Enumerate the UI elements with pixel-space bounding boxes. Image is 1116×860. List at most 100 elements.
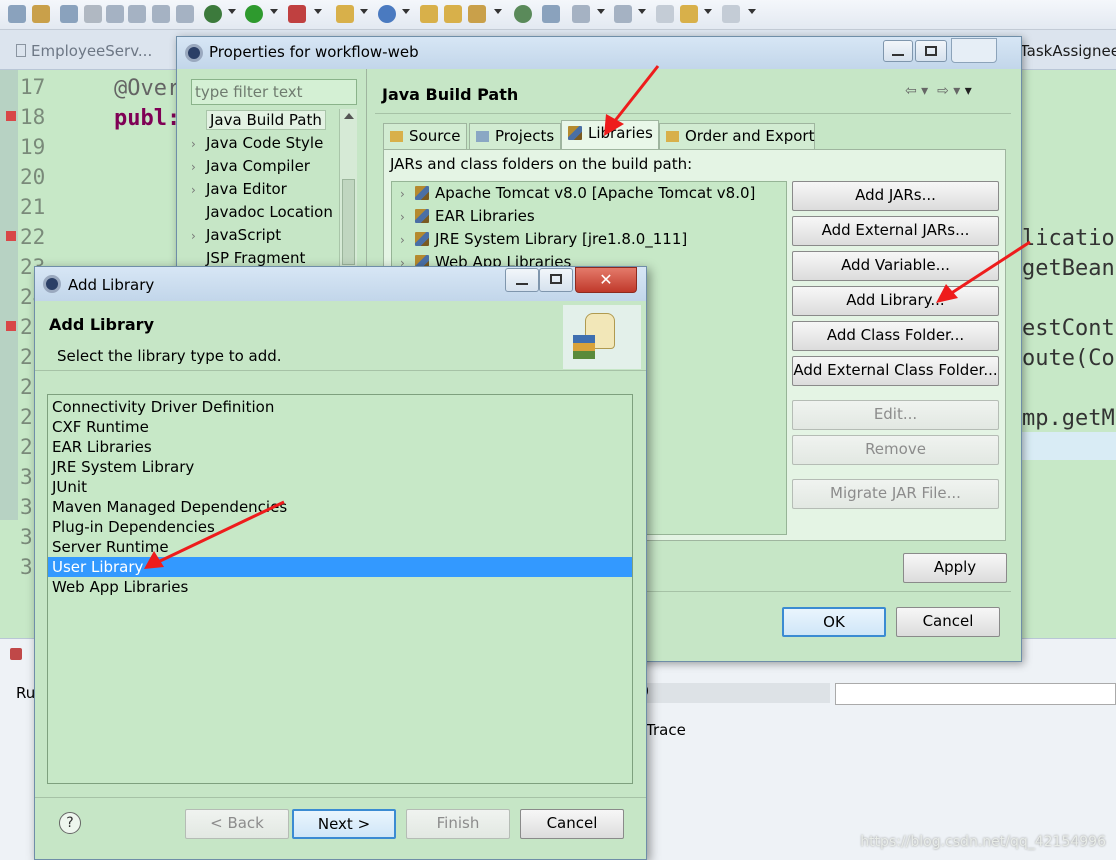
toolbar-icon[interactable]: [106, 5, 124, 23]
search-icon[interactable]: [468, 5, 486, 23]
open-file-icon[interactable]: [444, 5, 462, 23]
ok-button[interactable]: OK: [782, 607, 886, 637]
forward-arrow-icon[interactable]: ⇨ ▾: [937, 83, 960, 99]
close-button[interactable]: [951, 38, 997, 63]
library-item[interactable]: › EAR Libraries: [400, 205, 535, 228]
line-number: 21: [20, 195, 46, 219]
chevron-down-icon[interactable]: [360, 9, 368, 14]
chevron-down-icon[interactable]: [704, 9, 712, 14]
toolbar-icon[interactable]: [32, 5, 50, 23]
error-marker-icon[interactable]: [6, 231, 16, 241]
list-item[interactable]: CXF Runtime: [48, 417, 632, 437]
chevron-down-icon[interactable]: [638, 9, 646, 14]
maximize-button[interactable]: [915, 40, 947, 62]
globe-icon[interactable]: [514, 5, 532, 23]
nav-scrollbar[interactable]: [339, 109, 357, 269]
migrate-jar-button[interactable]: Migrate JAR File...: [792, 479, 999, 509]
tree-item-java-compiler[interactable]: › Java Compiler: [191, 155, 310, 178]
close-button[interactable]: ✕: [575, 267, 637, 293]
list-item[interactable]: EAR Libraries: [48, 437, 632, 457]
book-shape: [573, 343, 595, 351]
tree-item-java-code-style[interactable]: › Java Code Style: [191, 132, 323, 155]
minimize-button[interactable]: [883, 40, 913, 62]
list-item[interactable]: Server Runtime: [48, 537, 632, 557]
forward-arrow-icon[interactable]: [722, 5, 740, 23]
list-item[interactable]: Plug-in Dependencies: [48, 517, 632, 537]
next-annotation-icon[interactable]: [572, 5, 590, 23]
toolbar-icon[interactable]: [542, 5, 560, 23]
toolbar-icon[interactable]: [128, 5, 146, 23]
chevron-down-icon[interactable]: [748, 9, 756, 14]
tab-projects[interactable]: Projects: [469, 123, 561, 150]
back-button[interactable]: < Back: [185, 809, 289, 839]
tree-item-java-editor[interactable]: › Java Editor: [191, 178, 287, 201]
next-button[interactable]: Next >: [292, 809, 396, 839]
tab-order-and-export[interactable]: Order and Export: [659, 123, 815, 150]
new-project-icon[interactable]: [336, 5, 354, 23]
cancel-button[interactable]: Cancel: [520, 809, 624, 839]
edit-button[interactable]: Edit...: [792, 400, 999, 430]
back-arrow-icon[interactable]: [680, 5, 698, 23]
editor-tab-task-assignee[interactable]: TaskAssignee...: [1020, 38, 1116, 64]
list-item[interactable]: Connectivity Driver Definition: [48, 397, 632, 417]
nav-history-icons[interactable]: ⇦ ▾ ⇨ ▾ ▾: [905, 83, 972, 99]
filter-input[interactable]: type filter text: [191, 79, 357, 105]
prev-annotation-icon[interactable]: [614, 5, 632, 23]
scroll-up-icon[interactable]: [344, 113, 354, 119]
chevron-down-icon[interactable]: [270, 9, 278, 14]
list-item[interactable]: Web App Libraries: [48, 577, 632, 597]
library-item[interactable]: › Apache Tomcat v8.0 [Apache Tomcat v8.0]: [400, 182, 755, 205]
tree-item-javadoc-location[interactable]: Javadoc Location: [191, 201, 333, 224]
toolbar-icon[interactable]: [60, 5, 78, 23]
chevron-down-icon[interactable]: [597, 9, 605, 14]
add-library-titlebar[interactable]: Add Library ✕: [35, 267, 646, 301]
error-marker-icon[interactable]: [6, 111, 16, 121]
run-icon[interactable]: [245, 5, 263, 23]
chevron-down-icon[interactable]: [228, 9, 236, 14]
chevron-down-icon[interactable]: [494, 9, 502, 14]
list-item[interactable]: Maven Managed Dependencies: [48, 497, 632, 517]
chevron-down-icon[interactable]: [314, 9, 322, 14]
back-arrow-icon[interactable]: ⇦ ▾: [905, 83, 928, 99]
add-external-class-folder-button[interactable]: Add External Class Folder...: [792, 356, 999, 386]
cancel-button[interactable]: Cancel: [896, 607, 1000, 637]
properties-titlebar[interactable]: Properties for workflow-web: [177, 37, 1021, 69]
tree-item-java-build-path[interactable]: Java Build Path: [191, 109, 326, 132]
toolbar-icon[interactable]: [8, 5, 26, 23]
toolbar-icon[interactable]: [152, 5, 170, 23]
add-jars-button[interactable]: Add JARs...: [792, 181, 999, 211]
library-type-list[interactable]: Connectivity Driver Definition CXF Runti…: [47, 394, 633, 784]
scroll-thumb[interactable]: [342, 179, 355, 265]
last-edit-icon[interactable]: [656, 5, 674, 23]
chevron-down-icon[interactable]: [402, 9, 410, 14]
list-item-selected[interactable]: User Library: [48, 557, 632, 577]
bottom-panel-field[interactable]: [835, 683, 1116, 705]
apply-button[interactable]: Apply: [903, 553, 1007, 583]
problems-icon[interactable]: [10, 648, 22, 660]
finish-button[interactable]: Finish: [406, 809, 510, 839]
minimize-button[interactable]: [505, 268, 539, 292]
add-class-folder-button[interactable]: Add Class Folder...: [792, 321, 999, 351]
open-folder-icon[interactable]: [420, 5, 438, 23]
new-class-icon[interactable]: [378, 5, 396, 23]
toolbar-icon[interactable]: [176, 5, 194, 23]
help-icon[interactable]: ?: [59, 812, 81, 834]
list-item[interactable]: JRE System Library: [48, 457, 632, 477]
maximize-button[interactable]: [539, 268, 573, 292]
remove-button[interactable]: Remove: [792, 435, 999, 465]
tree-item-javascript[interactable]: › JavaScript: [191, 224, 281, 247]
toolbar-icon[interactable]: [84, 5, 102, 23]
tree-item-label: JavaScript: [206, 226, 282, 244]
editor-tab-employee-service[interactable]: EmployeeServ...: [8, 38, 160, 64]
menu-icon[interactable]: ▾: [965, 83, 972, 99]
add-library-button[interactable]: Add Library...: [792, 286, 999, 316]
external-tools-icon[interactable]: [288, 5, 306, 23]
list-item[interactable]: JUnit: [48, 477, 632, 497]
tab-source[interactable]: Source: [383, 123, 467, 150]
error-marker-icon[interactable]: [6, 321, 16, 331]
tab-libraries[interactable]: Libraries: [561, 120, 659, 150]
debug-icon[interactable]: [204, 5, 222, 23]
add-variable-button[interactable]: Add Variable...: [792, 251, 999, 281]
add-external-jars-button[interactable]: Add External JARs...: [792, 216, 999, 246]
library-item[interactable]: › JRE System Library [jre1.8.0_111]: [400, 228, 687, 251]
